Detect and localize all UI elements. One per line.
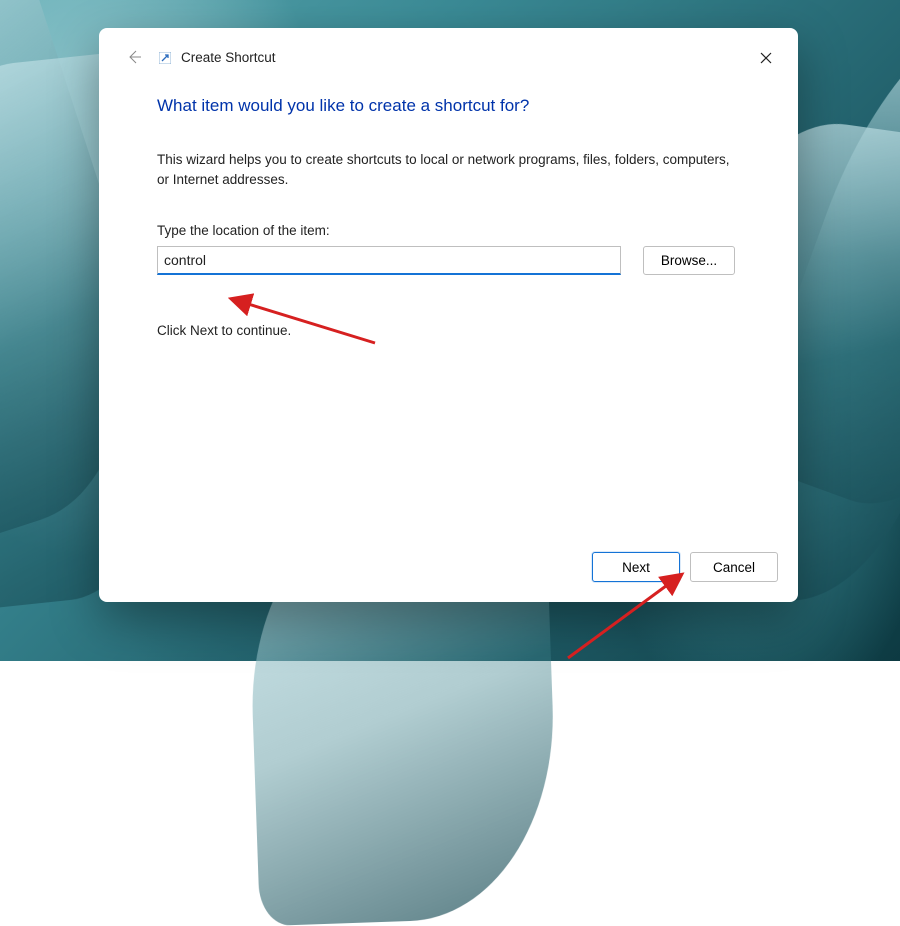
- close-button[interactable]: [748, 44, 784, 72]
- dialog-title: Create Shortcut: [181, 50, 276, 65]
- location-input[interactable]: [157, 246, 621, 275]
- dialog-titlebar: Create Shortcut: [99, 28, 798, 76]
- dialog-footer: Next Cancel: [99, 536, 798, 602]
- back-arrow-icon[interactable]: [123, 46, 145, 68]
- location-field-label: Type the location of the item:: [157, 223, 742, 238]
- close-icon: [760, 52, 772, 64]
- location-field-row: Browse...: [157, 246, 742, 275]
- shortcut-wizard-icon: [159, 52, 171, 64]
- cancel-button[interactable]: Cancel: [690, 552, 778, 582]
- continue-instruction: Click Next to continue.: [157, 323, 742, 338]
- dialog-content: What item would you like to create a sho…: [99, 76, 798, 536]
- create-shortcut-dialog: Create Shortcut What item would you like…: [99, 28, 798, 602]
- browse-button[interactable]: Browse...: [643, 246, 735, 275]
- next-button[interactable]: Next: [592, 552, 680, 582]
- wizard-heading: What item would you like to create a sho…: [157, 96, 742, 116]
- wizard-description: This wizard helps you to create shortcut…: [157, 150, 737, 189]
